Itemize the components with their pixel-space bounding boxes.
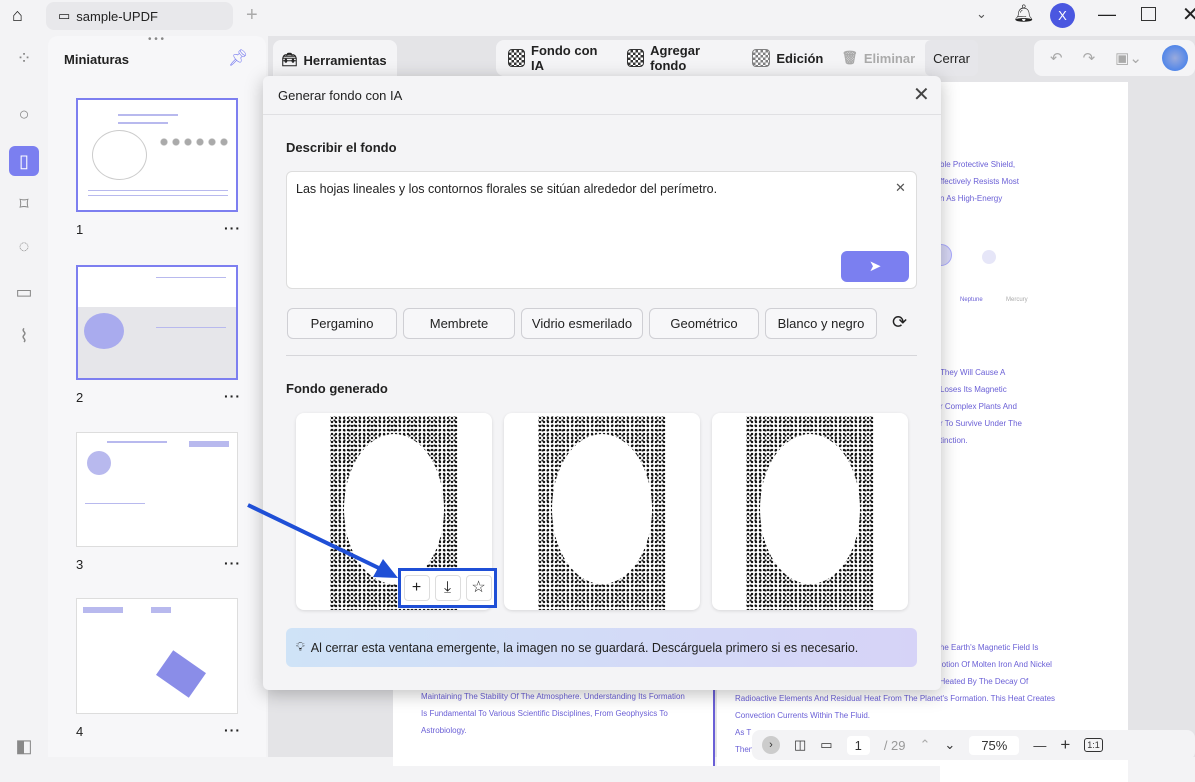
- chip-pergamino[interactable]: Pergamino: [287, 308, 397, 339]
- background-toolbar: Fondo con IA Agregar fondo Edición 🗑︎ Eli…: [496, 40, 978, 76]
- notice-bar: 💡︎ Al cerrar esta ventana emergente, la i…: [286, 628, 917, 667]
- page-total: / 29: [883, 737, 906, 753]
- drag-handle[interactable]: • • •: [148, 34, 164, 45]
- page-input[interactable]: 1: [846, 735, 870, 755]
- bell-icon[interactable]: 🔔︎: [1013, 4, 1035, 24]
- pin-icon[interactable]: 📌︎: [228, 48, 248, 68]
- image-actions: + ⤓ ☆: [398, 568, 497, 608]
- page-number: 4: [76, 724, 84, 739]
- add-background-icon: [627, 49, 645, 67]
- next-page-button[interactable]: ⌄: [944, 737, 955, 753]
- add-background-button[interactable]: Agregar fondo: [619, 40, 742, 76]
- edit-background-button[interactable]: Edición: [744, 40, 831, 76]
- describe-label: Describir el fondo: [286, 140, 397, 155]
- prev-page-button[interactable]: ⌃: [920, 737, 931, 753]
- save-icon[interactable]: ▣⌄: [1115, 49, 1142, 67]
- document-tab[interactable]: ▭ sample-UPDF: [46, 2, 233, 30]
- panel-title: Miniaturas: [64, 52, 130, 67]
- more-icon[interactable]: ···: [224, 722, 241, 738]
- page-number: 1: [76, 222, 84, 237]
- generated-label: Fondo generado: [286, 381, 388, 396]
- thumbnail-page-1[interactable]: [76, 98, 238, 212]
- thumbnail-page-3[interactable]: [76, 432, 238, 547]
- chip-membrete[interactable]: Membrete: [403, 308, 515, 339]
- dialog-title: Generar fondo con IA: [278, 88, 403, 103]
- notice-text: Al cerrar esta ventana emergente, la ima…: [310, 640, 859, 655]
- chip-vidrio-esmerilado[interactable]: Vidrio esmerilado: [521, 308, 643, 339]
- presentation-icon[interactable]: ▭: [820, 737, 832, 753]
- annotation-arrow: [247, 503, 398, 578]
- ai-background-icon: [508, 49, 526, 67]
- close-toolbar-button[interactable]: Cerrar: [925, 40, 978, 76]
- send-button[interactable]: ➤: [841, 251, 909, 282]
- page-number: 2: [76, 390, 84, 405]
- prompt-text: Las hojas lineales y los contornos flora…: [296, 182, 718, 196]
- tools-tab[interactable]: 🧰︎ Herramientas: [273, 40, 397, 80]
- clear-prompt-button[interactable]: ✕: [895, 180, 906, 196]
- generated-image-2[interactable]: [504, 413, 700, 610]
- pages-icon[interactable]: ▭: [12, 280, 36, 304]
- toolbox-icon: 🧰︎: [281, 52, 298, 67]
- grid-icon[interactable]: ⁘: [12, 46, 36, 70]
- ai-background-dialog: Generar fondo con IA ✕ Describir el fond…: [263, 76, 941, 690]
- more-icon[interactable]: ···: [224, 388, 241, 404]
- left-rail: ⁘ ○ ▯ ⌑ ◌ ▭ ⌇ ◧: [0, 36, 48, 757]
- star-icon[interactable]: ☆: [465, 575, 492, 601]
- new-tab-button[interactable]: +: [246, 4, 258, 27]
- search-icon[interactable]: ○: [12, 102, 36, 126]
- chip-geometrico[interactable]: Geométrico: [649, 308, 759, 339]
- edit-icon: [752, 49, 771, 67]
- zoom-in-button[interactable]: +: [1060, 735, 1070, 755]
- thumbnail-page-4[interactable]: [76, 598, 238, 714]
- generated-image-3[interactable]: [712, 413, 908, 610]
- maximize-button[interactable]: [1141, 7, 1156, 21]
- comment-icon[interactable]: ◌: [12, 234, 36, 258]
- prompt-textarea[interactable]: Las hojas lineales y los contornos flora…: [286, 171, 917, 289]
- close-window-button[interactable]: ✕: [1182, 2, 1195, 27]
- dialog-close-button[interactable]: ✕: [913, 82, 930, 107]
- history-toolbar: ↶ ↷ ▣⌄: [1034, 40, 1195, 76]
- zoom-level[interactable]: 75%: [969, 735, 1020, 755]
- minimize-button[interactable]: —: [1098, 4, 1116, 25]
- two-page-icon[interactable]: ◫: [794, 737, 806, 753]
- layers-icon[interactable]: ◧: [12, 734, 36, 758]
- thumbnail-page-2[interactable]: [76, 265, 238, 380]
- actual-size-icon[interactable]: 1:1: [1084, 738, 1103, 752]
- thumbnails-icon[interactable]: ▯: [9, 146, 39, 176]
- more-icon[interactable]: ···: [224, 555, 241, 571]
- chip-blanco-y-negro[interactable]: Blanco y negro: [765, 308, 877, 339]
- background-preview: [746, 416, 874, 610]
- ai-background-button[interactable]: Fondo con IA: [500, 40, 617, 76]
- home-icon[interactable]: ⌂: [12, 5, 23, 26]
- chevron-down-icon[interactable]: ⌄: [976, 6, 987, 22]
- more-icon[interactable]: ···: [224, 220, 241, 236]
- ai-assistant-icon[interactable]: [1161, 45, 1188, 71]
- background-preview: [538, 416, 666, 610]
- bookmark-icon[interactable]: ⌑: [12, 192, 36, 216]
- redo-icon[interactable]: ↷: [1083, 49, 1096, 67]
- page-number: 3: [76, 557, 84, 572]
- thumbnails-panel: • • • Miniaturas 📌︎ 1 ··· 2 ··· 3 ··· 4 ···: [48, 34, 266, 757]
- lightbulb-icon: 💡︎: [296, 640, 305, 654]
- attachment-icon[interactable]: ⌇: [12, 324, 36, 348]
- tools-label: Herramientas: [303, 52, 387, 68]
- title-bar: ⌂ ▭ sample-UPDF + ⌄ 🔔︎ X — ✕: [0, 0, 1195, 34]
- trash-icon: 🗑︎: [841, 50, 858, 65]
- zoom-out-button[interactable]: —: [1033, 738, 1046, 753]
- refresh-icon[interactable]: ⟳: [892, 312, 907, 333]
- undo-icon[interactable]: ↶: [1050, 49, 1063, 67]
- download-icon[interactable]: ⤓: [434, 575, 461, 601]
- avatar[interactable]: X: [1050, 3, 1075, 28]
- expand-button[interactable]: ›: [762, 736, 780, 754]
- tab-title: sample-UPDF: [76, 8, 158, 24]
- monitor-icon: ▭: [58, 8, 71, 23]
- delete-background-button[interactable]: 🗑︎ Eliminar: [833, 40, 923, 76]
- page-navigation-bar: › ◫ ▭ 1 / 29 ⌃ ⌄ 75% — + 1:1: [752, 730, 1195, 760]
